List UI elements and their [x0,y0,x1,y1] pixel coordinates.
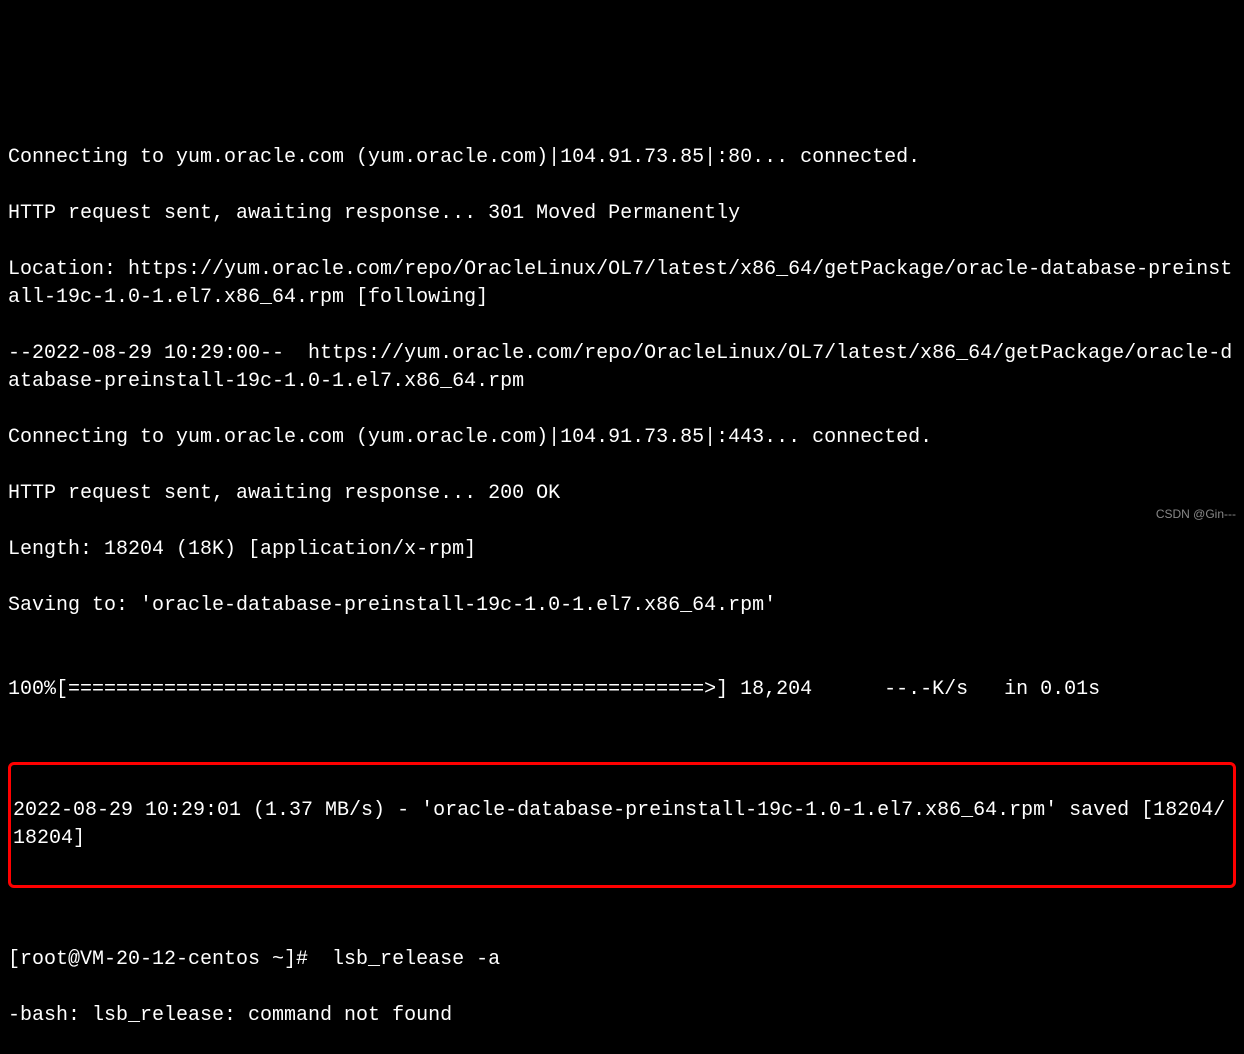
output-line-location: Location: https://yum.oracle.com/repo/Or… [8,256,1236,312]
output-line-length: Length: 18204 (18K) [application/x-rpm] [8,536,1236,564]
output-line-connecting-443: Connecting to yum.oracle.com (yum.oracle… [8,424,1236,452]
watermark-text: CSDN @Gin--- [1156,506,1236,523]
output-line-timestamp-url: --2022-08-29 10:29:00-- https://yum.orac… [8,340,1236,396]
output-line-saved-summary: 2022-08-29 10:29:01 (1.37 MB/s) - 'oracl… [13,797,1231,853]
output-line-saving-to: Saving to: 'oracle-database-preinstall-1… [8,592,1236,620]
shell-prompt-line: [root@VM-20-12-centos ~]# lsb_release -a [8,946,1236,974]
highlight-box: 2022-08-29 10:29:01 (1.37 MB/s) - 'oracl… [8,762,1236,888]
output-line-http-200: HTTP request sent, awaiting response... … [8,480,1236,508]
output-line-connecting-80: Connecting to yum.oracle.com (yum.oracle… [8,144,1236,172]
terminal-output[interactable]: Connecting to yum.oracle.com (yum.oracle… [8,116,1236,1054]
output-line-http-301: HTTP request sent, awaiting response... … [8,200,1236,228]
output-line-progress-bar: 100%[===================================… [8,676,1236,704]
output-line-error: -bash: lsb_release: command not found [8,1002,1236,1030]
